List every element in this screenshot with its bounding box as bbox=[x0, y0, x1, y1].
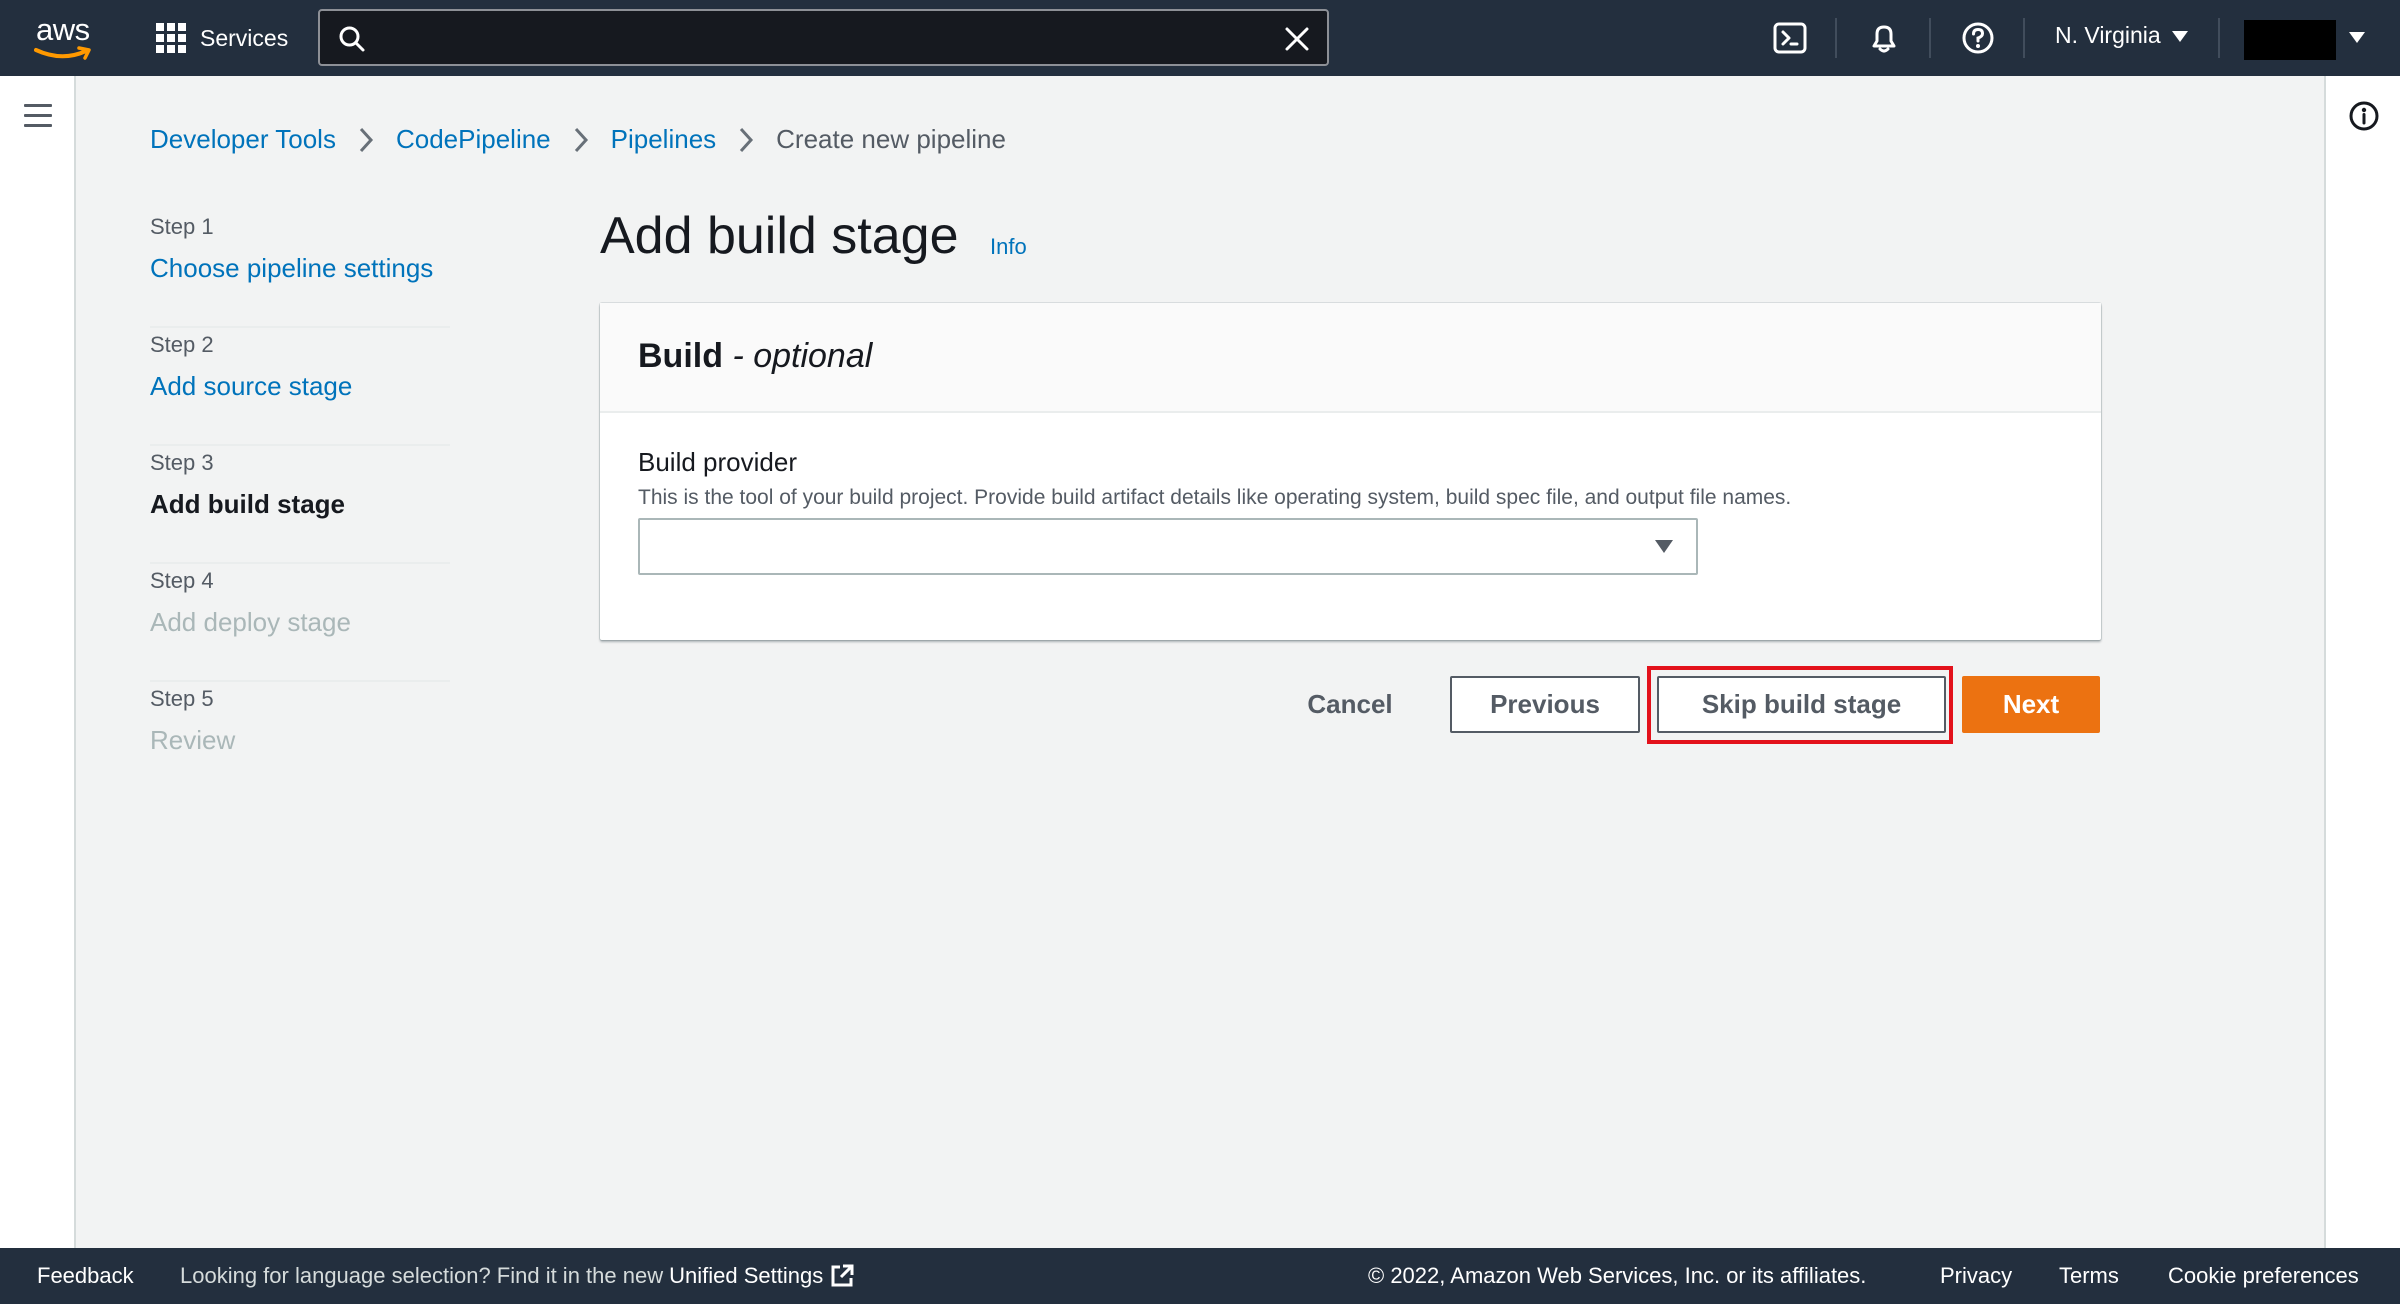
build-container: Build - optional Build provider This is … bbox=[600, 303, 2101, 640]
footer: Feedback Looking for language selection?… bbox=[0, 1248, 2400, 1304]
step-number: Step 5 bbox=[150, 686, 214, 711]
bell-icon[interactable] bbox=[1866, 20, 1902, 56]
feedback-link[interactable]: Feedback bbox=[37, 1263, 134, 1289]
search-bar bbox=[318, 9, 1329, 66]
wizard-step: Step 1 Choose pipeline settings bbox=[150, 210, 450, 328]
build-provider-field: Build provider This is the tool of your … bbox=[638, 447, 1791, 510]
cookie-preferences-link[interactable]: Cookie preferences bbox=[2168, 1263, 2359, 1289]
field-description: This is the tool of your build project. … bbox=[638, 486, 1792, 509]
chevron-right-icon bbox=[738, 126, 754, 154]
terms-link[interactable]: Terms bbox=[2059, 1263, 2119, 1289]
grid-icon bbox=[156, 23, 186, 53]
top-navigation: aws Services N. Virginia bbox=[0, 0, 2400, 76]
info-panel-icon[interactable] bbox=[2348, 100, 2380, 132]
step-number: Step 2 bbox=[150, 332, 214, 357]
breadcrumb-current: Create new pipeline bbox=[776, 124, 1006, 154]
aws-smile-icon bbox=[34, 46, 91, 60]
clear-search-icon[interactable] bbox=[1283, 25, 1311, 53]
previous-button[interactable]: Previous bbox=[1450, 676, 1640, 733]
info-link[interactable]: Info bbox=[990, 234, 1027, 260]
step-number: Step 1 bbox=[150, 214, 214, 239]
breadcrumb: Developer Tools CodePipeline Pipelines C… bbox=[150, 124, 1006, 155]
wizard-step: Step 5 Review bbox=[150, 682, 450, 800]
cloudshell-icon[interactable] bbox=[1772, 20, 1808, 56]
help-icon[interactable] bbox=[1960, 20, 1996, 56]
chevron-right-icon bbox=[573, 126, 589, 154]
chevron-right-icon bbox=[358, 126, 374, 154]
page-title: Add build stage bbox=[600, 207, 959, 265]
external-link-icon bbox=[831, 1264, 854, 1287]
aws-logo[interactable]: aws bbox=[30, 10, 96, 62]
wizard-step: Step 4 Add deploy stage bbox=[150, 564, 450, 682]
next-button[interactable]: Next bbox=[1962, 676, 2100, 733]
step-current-add-build-stage: Add build stage bbox=[150, 489, 345, 519]
services-menu-button[interactable]: Services bbox=[156, 20, 288, 56]
search-input[interactable] bbox=[380, 19, 1260, 57]
account-menu[interactable] bbox=[2244, 20, 2336, 60]
unified-settings-link[interactable]: Unified Settings bbox=[669, 1263, 823, 1289]
region-selector[interactable]: N. Virginia bbox=[2055, 22, 2189, 49]
breadcrumb-developer-tools[interactable]: Developer Tools bbox=[150, 124, 336, 155]
nav-divider bbox=[1835, 18, 1837, 58]
search-icon bbox=[339, 26, 365, 52]
wizard-step: Step 3 Add build stage bbox=[150, 446, 450, 564]
menu-icon[interactable] bbox=[24, 104, 52, 134]
account-caret-down-icon[interactable] bbox=[2348, 30, 2366, 44]
nav-divider bbox=[2023, 18, 2025, 58]
right-tools-rail bbox=[2324, 76, 2400, 1248]
caret-down-icon bbox=[2171, 30, 2188, 42]
container-header: Build - optional bbox=[600, 303, 2101, 413]
breadcrumb-codepipeline[interactable]: CodePipeline bbox=[396, 124, 551, 155]
language-text: Looking for language selection? Find it … bbox=[180, 1263, 664, 1288]
optional-label: - optional bbox=[732, 337, 873, 375]
step-number: Step 3 bbox=[150, 450, 214, 475]
wizard-step: Step 2 Add source stage bbox=[150, 328, 450, 446]
container-title: Build bbox=[638, 337, 723, 375]
step-link-choose-pipeline-settings[interactable]: Choose pipeline settings bbox=[150, 250, 450, 286]
step-disabled-review: Review bbox=[150, 725, 236, 755]
caret-down-icon bbox=[1655, 540, 1673, 553]
nav-divider bbox=[1929, 18, 1931, 58]
step-disabled-add-deploy-stage: Add deploy stage bbox=[150, 607, 351, 637]
cancel-button[interactable]: Cancel bbox=[1290, 676, 1410, 733]
skip-build-stage-button[interactable]: Skip build stage bbox=[1657, 676, 1946, 733]
step-number: Step 4 bbox=[150, 568, 214, 593]
copyright-text: © 2022, Amazon Web Services, Inc. or its… bbox=[1368, 1263, 1867, 1288]
left-navigation-rail bbox=[0, 76, 76, 1248]
services-label: Services bbox=[200, 24, 289, 51]
region-label: N. Virginia bbox=[2055, 22, 2161, 48]
privacy-link[interactable]: Privacy bbox=[1940, 1263, 2012, 1289]
language-notice: Looking for language selection? Find it … bbox=[180, 1263, 855, 1289]
aws-logo-text: aws bbox=[36, 12, 90, 47]
wizard-steps: Step 1 Choose pipeline settings Step 2 A… bbox=[150, 210, 450, 800]
nav-divider bbox=[2218, 18, 2220, 58]
build-provider-select[interactable] bbox=[638, 518, 1698, 575]
breadcrumb-pipelines[interactable]: Pipelines bbox=[611, 124, 717, 155]
step-link-add-source-stage[interactable]: Add source stage bbox=[150, 368, 450, 404]
field-label: Build provider bbox=[638, 447, 797, 477]
